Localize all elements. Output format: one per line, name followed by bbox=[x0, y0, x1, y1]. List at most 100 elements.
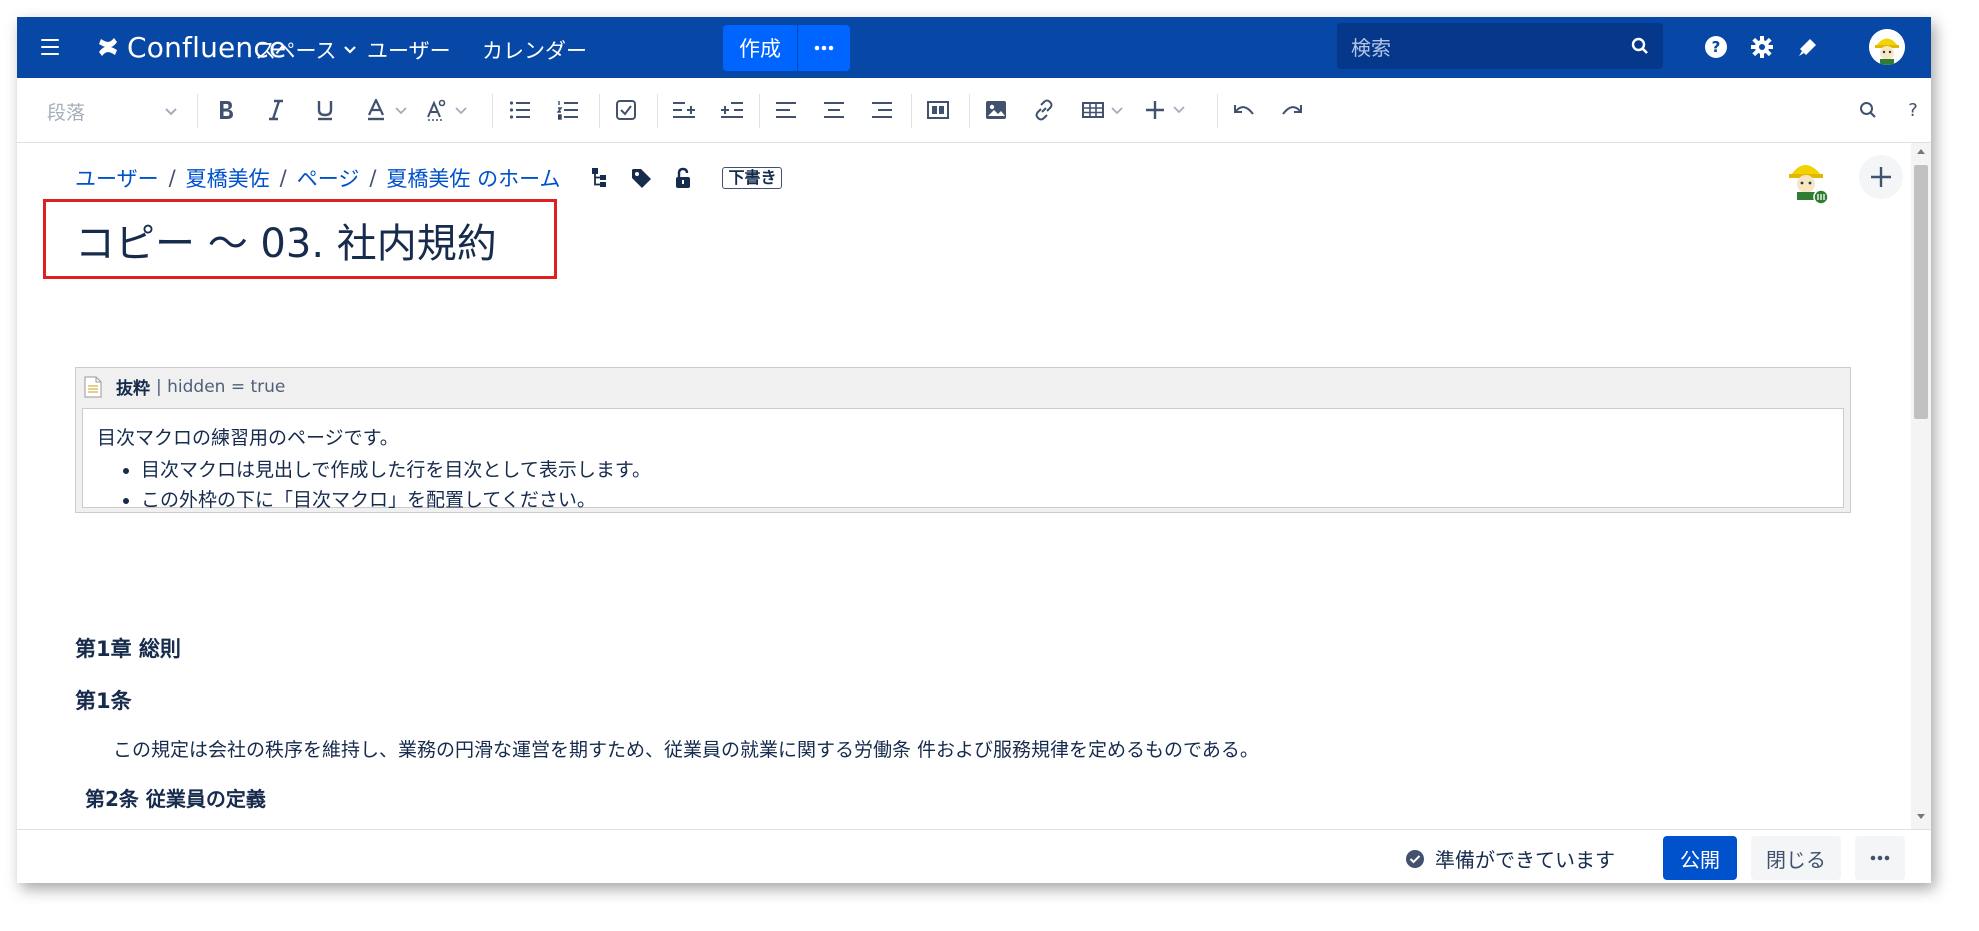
italic-button[interactable] bbox=[263, 98, 289, 122]
search-input[interactable]: 検索 bbox=[1337, 23, 1663, 69]
collaborator-avatar[interactable] bbox=[1785, 155, 1829, 205]
page-title[interactable]: コピー ～ 03. 社内規約 bbox=[75, 211, 497, 269]
save-status-text: 準備ができています bbox=[1435, 848, 1615, 872]
plus-icon bbox=[1146, 101, 1185, 119]
svg-text:?: ? bbox=[1908, 100, 1918, 120]
article-heading: 第1条 bbox=[75, 689, 132, 713]
search-icon bbox=[1631, 37, 1648, 54]
link-icon bbox=[1035, 99, 1053, 121]
toolbar-divider bbox=[492, 94, 493, 128]
bold-icon bbox=[220, 101, 233, 119]
toolbar-divider bbox=[759, 94, 760, 128]
more-actions-button[interactable] bbox=[1855, 836, 1905, 880]
article-text: この規定は会社の秩序を維持し、業務の円滑な運営を期すため、従業員の就業に関する労… bbox=[113, 739, 1259, 761]
create-template-button[interactable] bbox=[798, 25, 850, 71]
insert-link-button[interactable] bbox=[1031, 98, 1057, 122]
breadcrumb-user[interactable]: 夏橋美佐 bbox=[186, 163, 270, 193]
excerpt-macro[interactable]: 抜粋 | hidden = true 目次マクロの練習用のページです。 目次マク… bbox=[75, 367, 1851, 513]
list-item: 目次マクロは見出しで作成した行を目次として表示します。 bbox=[141, 455, 651, 485]
nav-spaces-label: スペース bbox=[255, 39, 337, 63]
paragraph-style-select[interactable]: 段落 bbox=[47, 98, 177, 125]
italic-icon bbox=[269, 99, 283, 121]
breadcrumb-separator: / bbox=[168, 166, 176, 190]
list-item: この外枠の下に「目次マクロ」を配置してください。 bbox=[141, 485, 651, 515]
align-center-button[interactable] bbox=[821, 98, 847, 122]
page-tree-icon[interactable] bbox=[590, 167, 608, 189]
toolbar-divider bbox=[657, 94, 658, 128]
scrollbar-thumb[interactable] bbox=[1914, 165, 1928, 419]
settings-gear-icon[interactable] bbox=[1748, 33, 1776, 61]
underline-button[interactable] bbox=[312, 98, 338, 122]
outdent-icon bbox=[673, 102, 695, 118]
chapter-heading: 第1章 総則 bbox=[75, 637, 181, 661]
breadcrumb-home[interactable]: 夏橋美佐 のホーム bbox=[386, 163, 560, 193]
create-button[interactable]: 作成 bbox=[723, 25, 797, 71]
align-center-icon bbox=[824, 102, 844, 118]
close-button[interactable]: 閉じる bbox=[1751, 836, 1841, 880]
text-color-button[interactable] bbox=[363, 98, 413, 122]
insert-more-button[interactable] bbox=[1141, 98, 1191, 122]
plus-icon bbox=[1871, 167, 1891, 187]
article-heading: 第2条 従業員の定義 bbox=[85, 787, 266, 811]
editor-toolbar: 段落 ? bbox=[17, 78, 1931, 143]
user-avatar[interactable] bbox=[1869, 29, 1905, 65]
more-formatting-button[interactable] bbox=[423, 98, 473, 122]
breadcrumb-users[interactable]: ユーザー bbox=[75, 163, 159, 193]
chevron-down-icon bbox=[344, 46, 357, 54]
task-list-button[interactable] bbox=[613, 98, 639, 122]
keyboard-help-button[interactable]: ? bbox=[1903, 98, 1923, 122]
image-icon bbox=[986, 101, 1006, 119]
editor-footer: 準備ができています 公開 閉じる bbox=[17, 829, 1931, 883]
breadcrumb-separator: / bbox=[369, 166, 377, 190]
bullet-list-button[interactable] bbox=[507, 98, 533, 122]
align-left-icon bbox=[776, 102, 796, 118]
page-layout-button[interactable] bbox=[925, 98, 951, 122]
outdent-button[interactable] bbox=[671, 98, 697, 122]
editor-content[interactable]: ユーザー / 夏橋美佐 / ページ / 夏橋美佐 のホーム 下書き コピー ～ … bbox=[17, 143, 1911, 829]
align-left-button[interactable] bbox=[773, 98, 799, 122]
excerpt-macro-body[interactable]: 目次マクロの練習用のページです。 目次マクロは見出しで作成した行を目次として表示… bbox=[82, 408, 1844, 511]
label-tag-icon[interactable] bbox=[630, 167, 652, 189]
checkbox-icon bbox=[616, 100, 636, 120]
scroll-up-arrow-icon[interactable] bbox=[1916, 147, 1926, 155]
toolbar-divider bbox=[197, 94, 198, 128]
scroll-down-arrow-icon[interactable] bbox=[1916, 813, 1926, 821]
redo-button[interactable] bbox=[1279, 98, 1305, 122]
confluence-logo-icon bbox=[99, 38, 117, 56]
undo-icon bbox=[1234, 105, 1254, 115]
numbered-list-icon bbox=[557, 101, 578, 120]
svg-text:?: ? bbox=[1712, 38, 1721, 56]
nav-users[interactable]: ユーザー bbox=[367, 35, 451, 65]
paragraph-style-label: 段落 bbox=[47, 102, 86, 124]
layout-icon bbox=[927, 101, 949, 119]
nav-spaces[interactable]: スペース bbox=[255, 35, 357, 65]
excerpt-macro-name: 抜粋 bbox=[116, 379, 150, 399]
insert-table-button[interactable] bbox=[1079, 98, 1129, 122]
breadcrumb-pages[interactable]: ページ bbox=[297, 163, 360, 193]
notification-megaphone-icon[interactable] bbox=[1794, 33, 1822, 61]
menu-icon[interactable] bbox=[41, 39, 59, 55]
excerpt-bullet-list: 目次マクロは見出しで作成した行を目次として表示します。 この外枠の下に「目次マク… bbox=[97, 455, 651, 515]
vertical-scrollbar[interactable] bbox=[1911, 143, 1931, 829]
find-replace-button[interactable] bbox=[1855, 98, 1881, 122]
text-color-icon bbox=[368, 99, 407, 121]
excerpt-macro-header: 抜粋 | hidden = true bbox=[84, 374, 285, 399]
top-navigation: Confluence スペース ユーザー カレンダー 作成 検索 ? bbox=[17, 17, 1931, 78]
bullet-list-icon bbox=[509, 101, 530, 119]
breadcrumb: ユーザー / 夏橋美佐 / ページ / 夏橋美佐 のホーム 下書き bbox=[75, 163, 783, 193]
bold-button[interactable] bbox=[213, 98, 239, 122]
help-icon[interactable]: ? bbox=[1702, 33, 1730, 61]
toolbar-divider bbox=[599, 94, 600, 128]
undo-button[interactable] bbox=[1231, 98, 1257, 122]
breadcrumb-separator: / bbox=[279, 166, 287, 190]
unlock-icon[interactable] bbox=[674, 167, 694, 189]
publish-button[interactable]: 公開 bbox=[1663, 836, 1737, 880]
align-right-button[interactable] bbox=[869, 98, 895, 122]
more-icon bbox=[1870, 855, 1890, 861]
insert-image-button[interactable] bbox=[983, 98, 1009, 122]
document-icon bbox=[84, 376, 102, 397]
invite-collaborator-button[interactable] bbox=[1859, 155, 1903, 199]
nav-calendar[interactable]: カレンダー bbox=[482, 35, 587, 65]
numbered-list-button[interactable] bbox=[555, 98, 581, 122]
indent-button[interactable] bbox=[719, 98, 745, 122]
